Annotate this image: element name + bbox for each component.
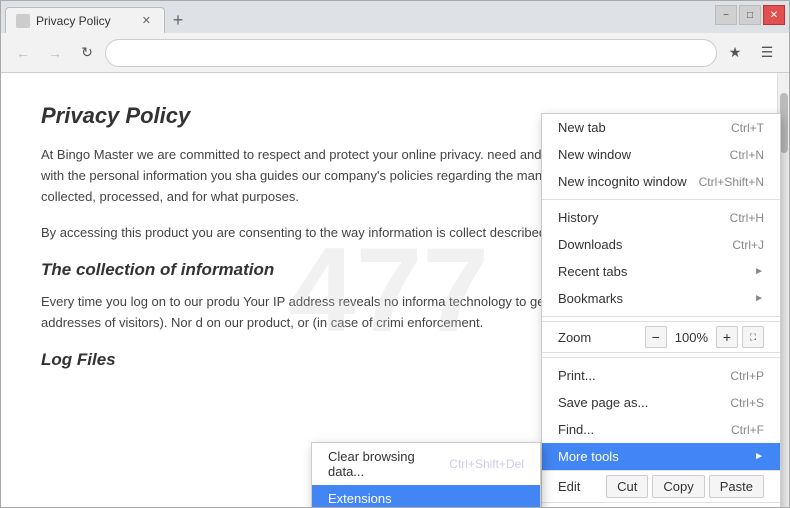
browser-window: Privacy Policy ✕ + − □ ✕ ← → ↻ ★ ☰ 477 P… [0,0,790,508]
address-bar[interactable] [105,39,717,67]
chrome-menu-button[interactable]: ☰ [753,39,781,67]
content-area: 477 Privacy Policy At Bingo Master we ar… [1,73,777,507]
paragraph-2: By accessing this product you are consen… [41,223,737,244]
browser-tab[interactable]: Privacy Policy ✕ [5,7,165,33]
tab-close-button[interactable]: ✕ [139,13,154,28]
section3-title: Log Files [41,350,737,370]
minimize-button[interactable]: − [715,5,737,25]
tab-favicon [16,14,30,28]
refresh-button[interactable]: ↻ [73,39,101,67]
paragraph-1: At Bingo Master we are committed to resp… [41,145,737,207]
page-content: 477 Privacy Policy At Bingo Master we ar… [1,73,789,507]
forward-button[interactable]: → [41,39,69,67]
nav-bar: ← → ↻ ★ ☰ [1,33,789,73]
tab-title: Privacy Policy [36,14,111,28]
back-button[interactable]: ← [9,39,37,67]
bookmark-button[interactable]: ★ [721,39,749,67]
scrollbar[interactable] [777,73,789,507]
section2-text: Every time you log on to our produ Your … [41,292,737,334]
page-title: Privacy Policy [41,103,737,129]
section2-title: The collection of information [41,260,737,280]
maximize-button[interactable]: □ [739,5,761,25]
new-tab-button[interactable]: + [165,7,191,33]
close-button[interactable]: ✕ [763,5,785,25]
title-bar: Privacy Policy ✕ + − □ ✕ [1,1,789,33]
scrollbar-thumb[interactable] [780,93,788,153]
window-controls: − □ ✕ [715,5,785,25]
